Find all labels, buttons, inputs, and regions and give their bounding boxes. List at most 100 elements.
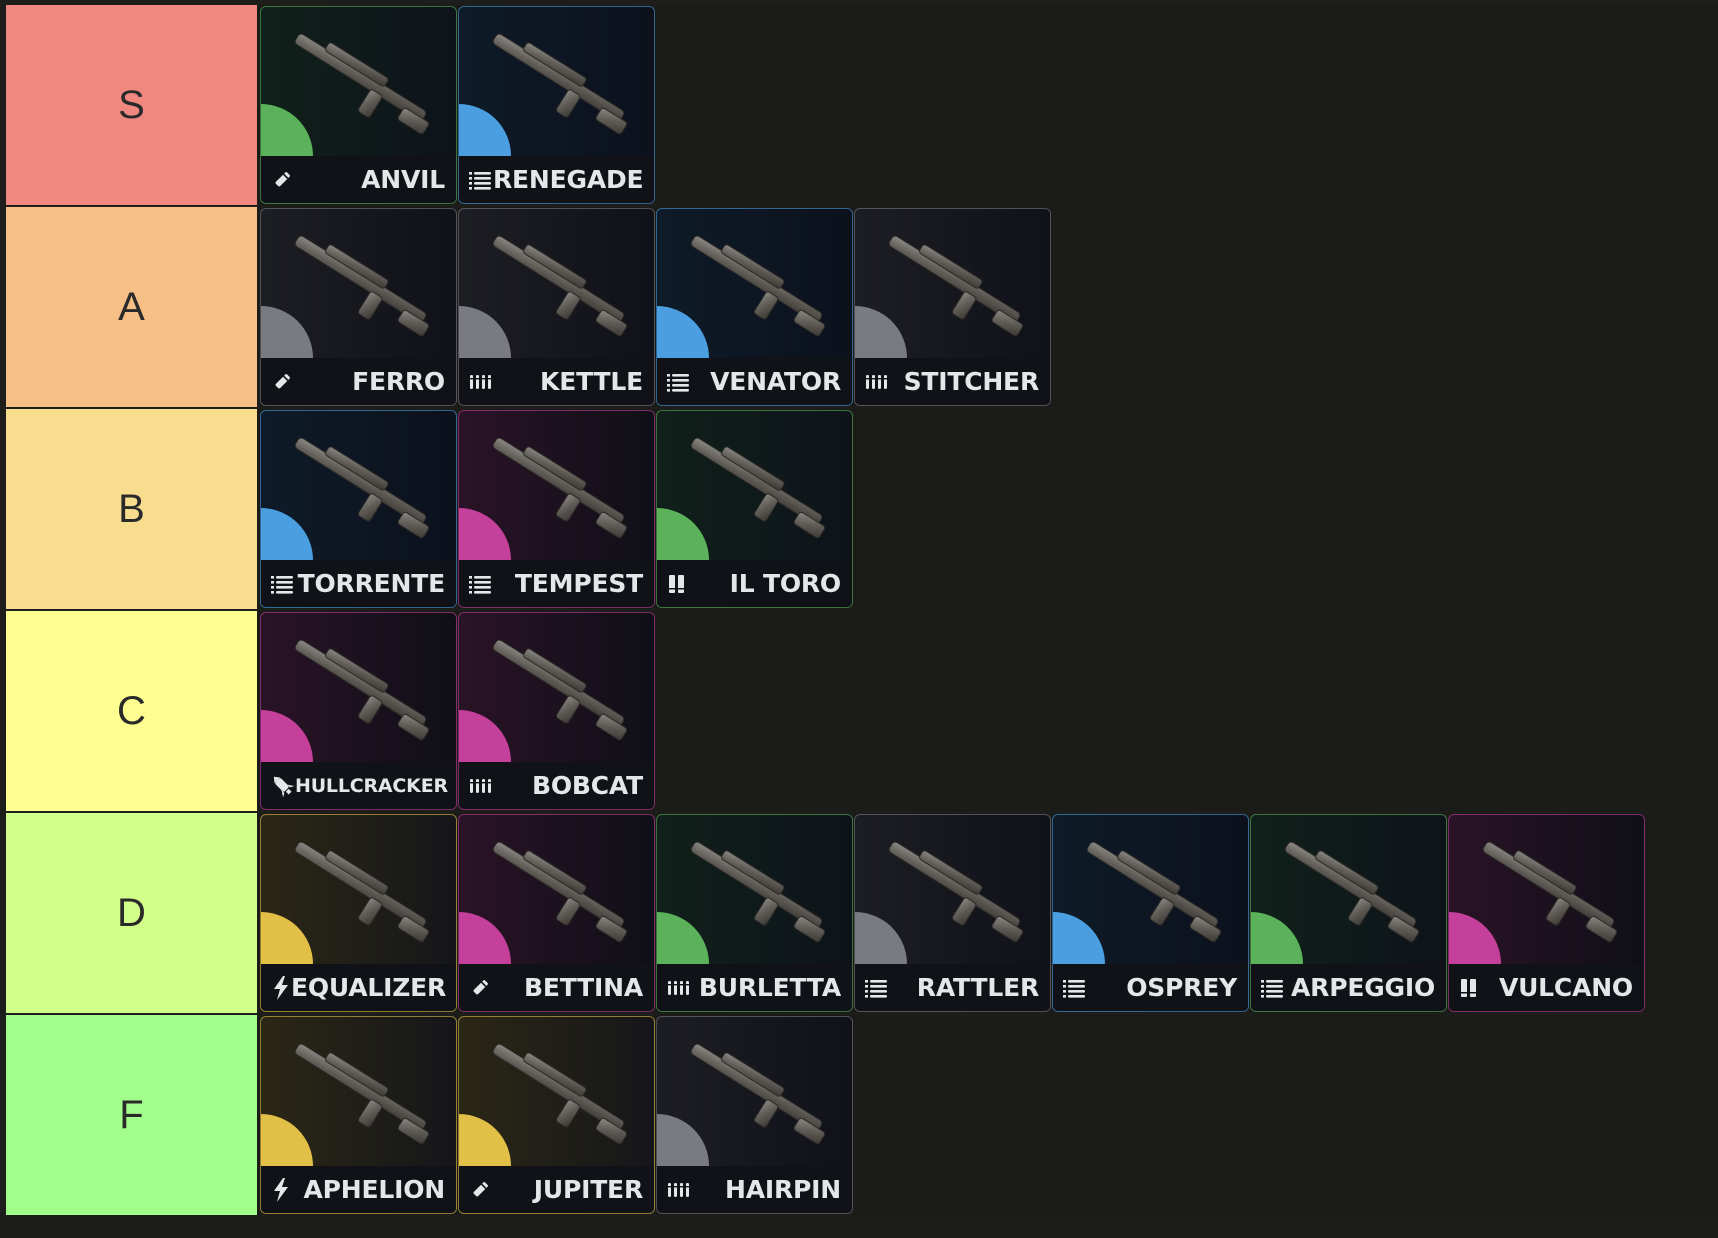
weapon-card-kettle[interactable]: KETTLE bbox=[458, 208, 655, 406]
weapon-name: OSPREY bbox=[1126, 973, 1237, 1002]
weapon-card-burletta[interactable]: BURLETTA bbox=[656, 814, 853, 1012]
weapon-name: RENEGADE bbox=[493, 165, 644, 194]
weapon-caption: JUPITER bbox=[459, 1166, 654, 1213]
shotgun-shells-icon bbox=[1459, 977, 1485, 999]
weapon-caption: BOBCAT bbox=[459, 762, 654, 809]
stacked-rounds-icon bbox=[271, 573, 297, 595]
weapon-card-arpeggio[interactable]: ARPEGGIO bbox=[1250, 814, 1447, 1012]
weapon-image bbox=[271, 425, 451, 555]
weapon-name: HAIRPIN bbox=[725, 1175, 841, 1204]
tier-row-s: S ANVIL RENEGADE bbox=[6, 5, 1718, 205]
weapon-image bbox=[667, 223, 847, 353]
weapon-name: EQUALIZER bbox=[291, 973, 447, 1002]
weapon-caption: OSPREY bbox=[1053, 964, 1248, 1011]
weapon-card-renegade[interactable]: RENEGADE bbox=[458, 6, 655, 204]
rocket-icon bbox=[271, 775, 295, 797]
weapon-card-torrente[interactable]: TORRENTE bbox=[260, 410, 457, 608]
weapon-name: JUPITER bbox=[533, 1175, 643, 1204]
heavy-rounds-icon bbox=[667, 977, 693, 999]
weapon-caption: HAIRPIN bbox=[657, 1166, 852, 1213]
lightning-icon bbox=[271, 975, 291, 1000]
tier-label: S bbox=[6, 5, 257, 205]
weapon-image bbox=[667, 829, 847, 959]
tier-items: EQUALIZER BETTINA BURLETTA RATTLER OSPREY ARP… bbox=[257, 813, 1645, 1013]
weapon-caption: IL TORO bbox=[657, 560, 852, 607]
weapon-caption: ANVIL bbox=[261, 156, 456, 203]
stacked-rounds-icon bbox=[865, 977, 891, 999]
weapon-image bbox=[271, 223, 451, 353]
tier-row-f: F APHELION JUPITER HAIRPIN bbox=[6, 1015, 1718, 1215]
stacked-rounds-icon bbox=[1063, 977, 1089, 999]
weapon-image bbox=[271, 627, 451, 757]
weapon-caption: BURLETTA bbox=[657, 964, 852, 1011]
shotgun-shells-icon bbox=[667, 573, 693, 595]
weapon-caption: VENATOR bbox=[657, 358, 852, 405]
weapon-card-hairpin[interactable]: HAIRPIN bbox=[656, 1016, 853, 1214]
weapon-card-equalizer[interactable]: EQUALIZER bbox=[260, 814, 457, 1012]
bullet-icon bbox=[469, 977, 495, 999]
weapon-name: TORRENTE bbox=[297, 569, 446, 598]
weapon-caption: RENEGADE bbox=[459, 156, 654, 203]
stacked-rounds-icon bbox=[667, 371, 693, 393]
weapon-name: FERRO bbox=[352, 367, 445, 396]
weapon-image bbox=[271, 829, 451, 959]
tier-items: HULLCRACKER BOBCAT bbox=[257, 611, 655, 811]
weapon-name: BURLETTA bbox=[698, 973, 841, 1002]
weapon-card-bettina[interactable]: BETTINA bbox=[458, 814, 655, 1012]
weapon-image bbox=[469, 1031, 649, 1161]
tier-row-b: B TORRENTE TEMPEST IL TORO bbox=[6, 409, 1718, 609]
weapon-card-osprey[interactable]: OSPREY bbox=[1052, 814, 1249, 1012]
tier-label: B bbox=[6, 409, 257, 609]
weapon-name: APHELION bbox=[303, 1175, 446, 1204]
weapon-image bbox=[667, 425, 847, 555]
weapon-caption: BETTINA bbox=[459, 964, 654, 1011]
weapon-caption: ARPEGGIO bbox=[1251, 964, 1446, 1011]
tier-label: A bbox=[6, 207, 257, 407]
weapon-image bbox=[469, 223, 649, 353]
weapon-card-hullcracker[interactable]: HULLCRACKER bbox=[260, 612, 457, 810]
weapon-image bbox=[1261, 829, 1441, 959]
weapon-caption: EQUALIZER bbox=[261, 964, 456, 1011]
weapon-card-ferro[interactable]: FERRO bbox=[260, 208, 457, 406]
tier-items: FERRO KETTLE VENATOR STITCHER bbox=[257, 207, 1051, 407]
weapon-card-vulcano[interactable]: VULCANO bbox=[1448, 814, 1645, 1012]
weapon-card-rattler[interactable]: RATTLER bbox=[854, 814, 1051, 1012]
weapon-image bbox=[271, 21, 451, 151]
weapon-card-aphelion[interactable]: APHELION bbox=[260, 1016, 457, 1214]
weapon-image bbox=[469, 627, 649, 757]
weapon-image bbox=[667, 1031, 847, 1161]
weapon-name: RATTLER bbox=[916, 973, 1039, 1002]
weapon-card-venator[interactable]: VENATOR bbox=[656, 208, 853, 406]
weapon-name: VENATOR bbox=[710, 367, 841, 396]
weapon-card-tempest[interactable]: TEMPEST bbox=[458, 410, 655, 608]
weapon-caption: FERRO bbox=[261, 358, 456, 405]
tier-items: APHELION JUPITER HAIRPIN bbox=[257, 1015, 853, 1215]
weapon-image bbox=[469, 21, 649, 151]
weapon-name: BETTINA bbox=[524, 973, 643, 1002]
weapon-caption: HULLCRACKER bbox=[261, 762, 456, 809]
weapon-name: IL TORO bbox=[729, 569, 842, 598]
weapon-name: ANVIL bbox=[361, 165, 445, 194]
weapon-image bbox=[271, 1031, 451, 1161]
weapon-image bbox=[469, 425, 649, 555]
weapon-card-bobcat[interactable]: BOBCAT bbox=[458, 612, 655, 810]
weapon-caption: KETTLE bbox=[459, 358, 654, 405]
weapon-card-stitcher[interactable]: STITCHER bbox=[854, 208, 1051, 406]
weapon-image bbox=[865, 223, 1045, 353]
weapon-card-jupiter[interactable]: JUPITER bbox=[458, 1016, 655, 1214]
weapon-name: BOBCAT bbox=[532, 771, 643, 800]
heavy-rounds-icon bbox=[469, 775, 495, 797]
weapon-name: TEMPEST bbox=[514, 569, 643, 598]
weapon-caption: APHELION bbox=[261, 1166, 456, 1213]
heavy-rounds-icon bbox=[667, 1179, 693, 1201]
heavy-rounds-icon bbox=[865, 371, 891, 393]
heavy-rounds-icon bbox=[469, 371, 495, 393]
tier-label: C bbox=[6, 611, 257, 811]
tier-row-a: A FERRO KETTLE VENATOR STITCHER bbox=[6, 207, 1718, 407]
weapon-card-anvil[interactable]: ANVIL bbox=[260, 6, 457, 204]
weapon-caption: VULCANO bbox=[1449, 964, 1644, 1011]
tier-list-board: S ANVIL RENEGADE A FERRO KETTLE VENATOR STITCHE… bbox=[6, 5, 1718, 1215]
tier-row-c: C HULLCRACKER BOBCAT bbox=[6, 611, 1718, 811]
bullet-icon bbox=[271, 371, 297, 393]
weapon-card-il-toro[interactable]: IL TORO bbox=[656, 410, 853, 608]
